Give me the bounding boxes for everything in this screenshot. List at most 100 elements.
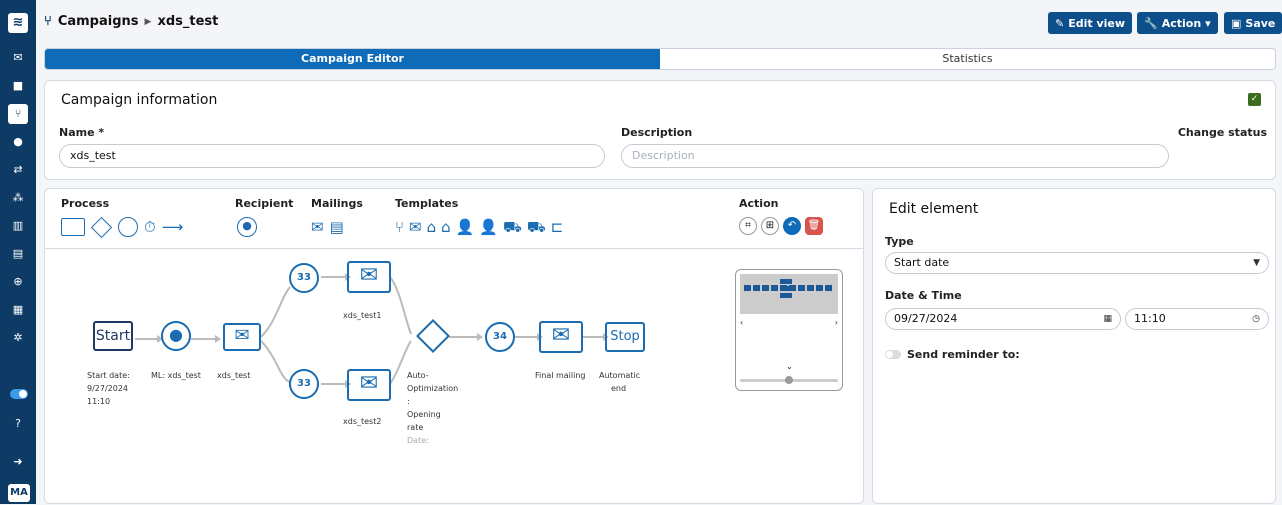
undo-icon[interactable]: ↶ [783, 217, 801, 235]
fit-view-icon[interactable]: ⌗ [739, 217, 757, 235]
chevron-left-icon[interactable]: ‹ [740, 318, 743, 327]
editor-toolbar: Process ⏱ ⟶ Recipient ● Mailings ✉ ▤ Tem… [45, 189, 863, 249]
description-input[interactable]: Description [621, 144, 1169, 168]
name-label: Name * [59, 126, 105, 139]
delay-node-a[interactable]: 33 [289, 263, 319, 293]
folder-icon[interactable]: ■ [8, 76, 28, 96]
cart-alert-icon[interactable]: ⛟ [527, 217, 546, 237]
change-status-label: Change status [1177, 126, 1267, 139]
action-button[interactable]: 🔧 Action ▾ [1137, 12, 1218, 34]
rectangle-tool[interactable] [61, 218, 85, 236]
grid-snap-icon[interactable]: ⊞ [761, 217, 779, 235]
tab-campaign-editor[interactable]: Campaign Editor [45, 49, 660, 69]
process-tools: ⏱ ⟶ [61, 216, 184, 238]
users-icon[interactable]: ⁂ [8, 188, 28, 208]
delay-node-c[interactable]: 34 [485, 322, 515, 352]
mail-folder-icon[interactable]: ▤ [330, 217, 344, 237]
arrow-tool-icon[interactable]: ⟶ [162, 217, 184, 237]
name-input[interactable]: xds_test [59, 144, 605, 168]
recipient-group-label: Recipient [235, 197, 294, 210]
mail-icon[interactable]: ✉ [8, 48, 28, 68]
tab-bar: Campaign Editor Statistics [44, 48, 1276, 70]
birthday-icon[interactable]: ⌂ [427, 217, 437, 237]
save-button[interactable]: ▣ Save [1224, 12, 1282, 34]
diamond-tool[interactable] [90, 216, 113, 238]
theme-toggle[interactable] [10, 389, 28, 399]
app-logo[interactable]: ≋ [8, 13, 28, 33]
mailing-label: xds_test [217, 371, 251, 380]
mailing-node-test1[interactable]: ✉ [347, 261, 391, 293]
stop-node[interactable]: Stop [605, 322, 645, 352]
campaign-info-panel: Campaign information ✓ Name * xds_test D… [44, 80, 1276, 180]
final-mailing-node[interactable]: ✉ [539, 321, 583, 353]
tab-statistics[interactable]: Statistics [660, 49, 1275, 69]
auto-optimization-label: Auto- Optimization : Opening rate Date: [407, 371, 459, 445]
chevron-down-icon[interactable]: ⌄ [786, 362, 793, 371]
minimap-viewport [740, 274, 838, 314]
breadcrumb-current: xds_test [157, 14, 219, 29]
auto-end-label: Automatic end [599, 371, 641, 393]
time-input[interactable]: 11:10 ◷ [1125, 308, 1269, 330]
list-icon[interactable]: ▤ [8, 244, 28, 264]
wrench-icon: 🔧 [1144, 16, 1158, 30]
chevron-right-icon[interactable]: › [835, 318, 838, 327]
type-value: Start date [894, 256, 950, 269]
workflow-canvas[interactable]: Start Start date: 9/27/2024 11:10 ● ML: … [45, 249, 863, 505]
flow-template-icon[interactable]: ⊏ [551, 217, 564, 237]
mailing-node-test2[interactable]: ✉ [347, 369, 391, 401]
edit-view-button[interactable]: ✎ Edit view [1048, 12, 1133, 34]
recipient-tools: ● [237, 217, 257, 237]
workflow-editor: Process ⏱ ⟶ Recipient ● Mailings ✉ ▤ Tem… [44, 188, 864, 504]
breadcrumb-root[interactable]: Campaigns [58, 14, 139, 29]
user-mail-icon[interactable]: 👤 [456, 217, 475, 237]
templates-group-label: Templates [395, 197, 459, 210]
mailing-tools: ✉ ▤ [311, 217, 344, 237]
chart-icon[interactable]: ▥ [8, 216, 28, 236]
cart-icon[interactable]: ⛟ [503, 217, 522, 237]
recipient-icon[interactable]: ● [237, 217, 257, 237]
transfer-icon[interactable]: ⇄ [8, 160, 28, 180]
start-node[interactable]: Start [93, 321, 133, 351]
user-icon[interactable]: ● [8, 132, 28, 152]
edit-view-label: Edit view [1068, 16, 1126, 30]
type-label: Type [885, 235, 914, 248]
delete-icon[interactable]: 🗑 [805, 217, 823, 235]
template-tools: ⑂ ✉ ⌂ ⌂ 👤 👤 ⛟ ⛟ ⊏ [395, 217, 563, 237]
mailing-folder-node[interactable]: ✉ [223, 323, 261, 351]
edit-element-panel: Edit element Type Start date ▼ Date & Ti… [872, 188, 1276, 504]
chevron-right-icon: ▶ [144, 16, 152, 27]
calendar-icon[interactable]: ▦ [1103, 309, 1112, 329]
save-icon: ▣ [1231, 16, 1242, 30]
caret-down-icon: ▼ [1253, 258, 1260, 268]
zoom-slider[interactable] [740, 376, 838, 384]
reminder-toggle[interactable] [885, 350, 901, 359]
anniversary-icon[interactable]: ⌂ [441, 217, 451, 237]
panel-title: Campaign information [61, 92, 218, 108]
avatar[interactable]: MA [8, 484, 30, 502]
type-select[interactable]: Start date ▼ [885, 252, 1269, 274]
logout-icon[interactable]: ➜ [8, 452, 28, 472]
sidebar: ≋ ✉ ■ ⑂ ● ⇄ ⁂ ▥ ▤ ⊕ ▦ ✲ ? ➜ MA [0, 0, 36, 504]
zoom-slider-handle[interactable] [785, 376, 793, 384]
help-icon[interactable]: ? [8, 414, 28, 434]
time-value: 11:10 [1134, 312, 1166, 325]
breadcrumb: ⑂ Campaigns ▶ xds_test [44, 14, 218, 29]
gear-icon[interactable]: ✲ [8, 328, 28, 348]
recipient-node[interactable]: ● [161, 321, 191, 351]
clock-icon[interactable]: ◷ [1252, 309, 1260, 329]
timer-icon[interactable]: ⏱ [144, 217, 156, 237]
mail-tool-icon[interactable]: ✉ [311, 217, 324, 237]
plus-circle-icon[interactable]: ⊕ [8, 272, 28, 292]
process-group-label: Process [61, 197, 110, 210]
grid-icon[interactable]: ▦ [8, 300, 28, 320]
ml-label: ML: xds_test [151, 371, 201, 380]
mail-check-icon[interactable]: ✉ [409, 217, 422, 237]
status-checkbox[interactable]: ✓ [1248, 93, 1261, 106]
split-template-icon[interactable]: ⑂ [395, 217, 404, 237]
circle-tool[interactable] [118, 217, 138, 237]
date-input[interactable]: 09/27/2024 ▦ [885, 308, 1121, 330]
minimap[interactable]: ‹ › ⌄ [735, 269, 843, 391]
user-search-icon[interactable]: 👤 [479, 217, 498, 237]
workflow-icon[interactable]: ⑂ [8, 104, 28, 124]
delay-node-b[interactable]: 33 [289, 369, 319, 399]
